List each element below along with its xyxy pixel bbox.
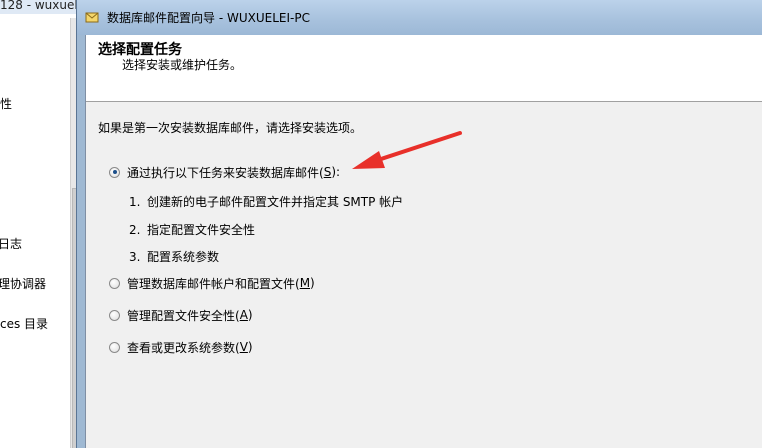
option-accesskey: S: [323, 165, 332, 179]
database-mail-icon: [85, 12, 99, 23]
intro-text: 如果是第一次安装数据库邮件，请选择安装选项。: [98, 121, 363, 135]
background-window-title: 128 - wuxuelei (wuxuelei: [0, 0, 80, 12]
wizard-titlebar[interactable]: 数据库邮件配置向导 - WUXUELEI-PC: [77, 0, 762, 35]
page-subtitle: 选择安装或维护任务。: [122, 58, 243, 72]
radio-unselected-icon[interactable]: [109, 341, 120, 353]
background-window: 128 - wuxuelei (wuxuelei 性 日志 理协调器 ces 目…: [0, 0, 80, 448]
background-tree-item[interactable]: 日志: [0, 235, 22, 252]
option-label: 查看或更改系统参数(: [127, 340, 240, 355]
option-label-suffix: ): [310, 276, 315, 290]
step-item: 1. 创建新的电子邮件配置文件并指定其 SMTP 帐户: [129, 193, 403, 210]
option-install-database-mail[interactable]: 通过执行以下任务来安装数据库邮件(S):: [109, 163, 340, 181]
option-label-suffix: ): [247, 340, 253, 354]
radio-selected-icon[interactable]: [109, 166, 120, 178]
wizard-header: 选择配置任务 选择安装或维护任务。: [86, 35, 762, 102]
option-manage-profile-security[interactable]: 管理配置文件安全性(A): [109, 306, 253, 324]
option-accesskey: A: [239, 308, 248, 322]
background-window-titlebar: 128 - wuxuelei (wuxuelei: [0, 0, 80, 14]
step-number: 1.: [129, 195, 141, 209]
step-item: 3. 配置系统参数: [129, 248, 219, 265]
step-text: 指定配置文件安全性: [147, 223, 256, 237]
option-label-suffix: ):: [331, 165, 341, 179]
radio-unselected-icon[interactable]: [109, 277, 120, 289]
option-label: 管理数据库邮件帐户和配置文件(: [127, 276, 300, 291]
option-label: 通过执行以下任务来安装数据库邮件(: [127, 165, 324, 180]
option-accesskey: M: [299, 276, 311, 290]
background-tree-item[interactable]: ces 目录: [0, 315, 48, 332]
step-text: 创建新的电子邮件配置文件并指定其 SMTP 帐户: [147, 195, 404, 209]
window-title: 数据库邮件配置向导 - WUXUELEI-PC: [107, 11, 310, 25]
option-accesskey: V: [239, 340, 248, 354]
background-tree-item[interactable]: 性: [0, 95, 12, 112]
step-text: 配置系统参数: [147, 250, 220, 264]
wizard-client-area: 选择配置任务 选择安装或维护任务。 如果是第一次安装数据库邮件，请选择安装选项。…: [85, 35, 762, 448]
background-tree-item[interactable]: 理协调器: [0, 275, 46, 292]
radio-unselected-icon[interactable]: [109, 309, 120, 321]
option-label-suffix: ): [247, 308, 253, 322]
wizard-window: 数据库邮件配置向导 - WUXUELEI-PC 选择配置任务 选择安装或维护任务…: [76, 0, 762, 448]
step-number: 2.: [129, 223, 141, 237]
option-view-system-parameters[interactable]: 查看或更改系统参数(V): [109, 338, 253, 356]
step-number: 3.: [129, 250, 141, 264]
step-item: 2. 指定配置文件安全性: [129, 221, 255, 238]
option-label: 管理配置文件安全性(: [127, 308, 240, 323]
option-manage-accounts-profiles[interactable]: 管理数据库邮件帐户和配置文件(M): [109, 274, 315, 292]
